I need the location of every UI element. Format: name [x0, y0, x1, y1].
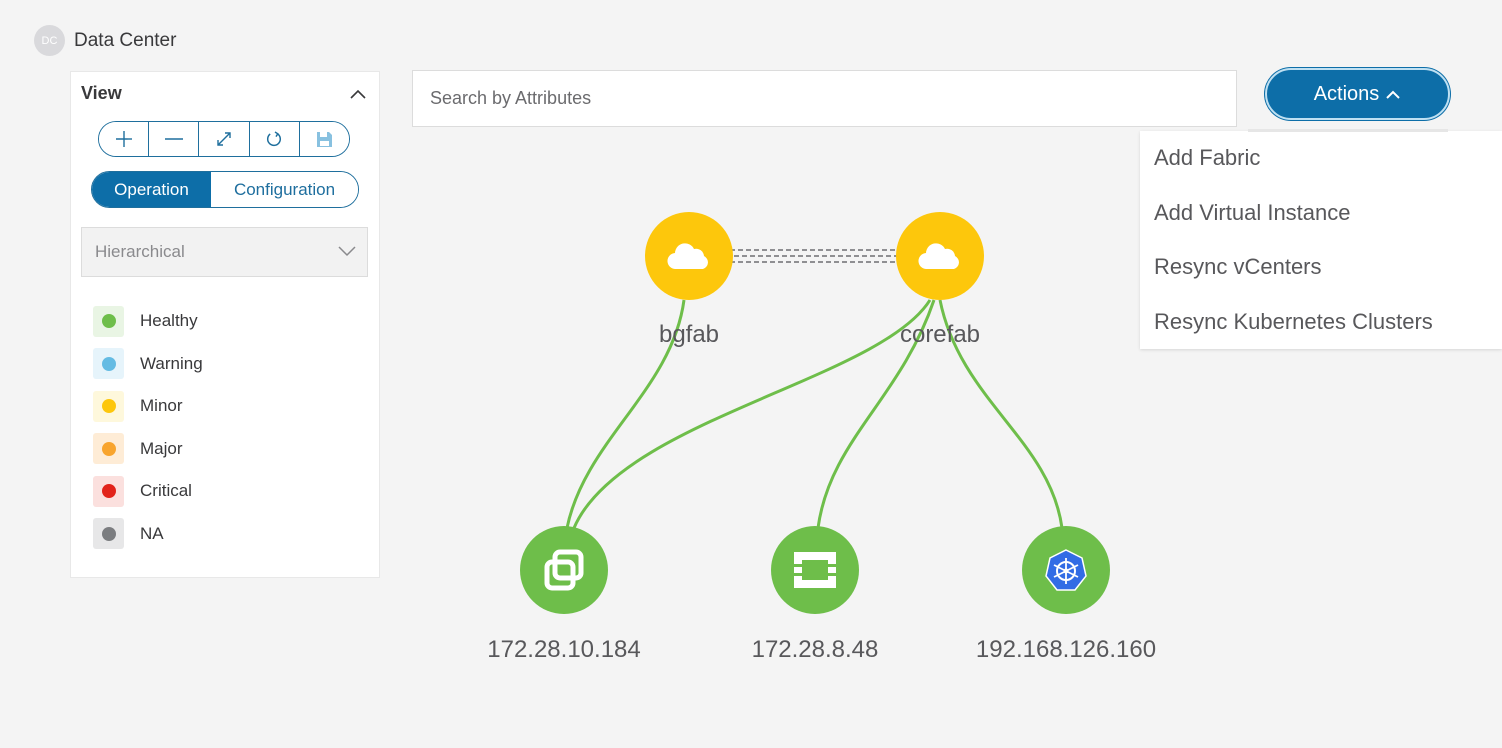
legend-item-warning: Warning — [93, 343, 203, 386]
view-panel: View Operation Configuration Hierarchica… — [70, 71, 380, 578]
status-dot-icon — [101, 399, 116, 414]
menu-item-resync-kubernetes-clusters[interactable]: Resync Kubernetes Clusters — [1140, 295, 1502, 350]
legend-item-minor: Minor — [93, 385, 203, 428]
fabric-label: corefab — [899, 321, 981, 348]
status-dot-icon — [101, 526, 116, 541]
status-dot-icon — [101, 356, 116, 371]
status-dot-icon — [101, 484, 116, 499]
legend-label: Warning — [140, 353, 203, 373]
menu-tab — [1248, 129, 1448, 132]
fit-to-screen-button[interactable] — [199, 122, 250, 156]
legend-label: Critical — [140, 481, 192, 501]
site-badge: DC — [34, 25, 65, 56]
refresh-button[interactable] — [249, 122, 300, 156]
zoom-controls — [98, 121, 350, 157]
view-panel-title: View — [81, 83, 122, 103]
fabric-node-corefab[interactable] — [896, 212, 984, 300]
status-legend: Healthy Warning Minor Major Critical NA — [93, 300, 203, 555]
fabric-link[interactable] — [730, 249, 898, 263]
legend-item-healthy: Healthy — [93, 300, 203, 343]
expand-icon — [217, 132, 231, 146]
chevron-up-icon — [1386, 90, 1401, 99]
legend-swatch — [93, 305, 124, 337]
plus-icon — [115, 131, 132, 147]
refresh-icon — [267, 131, 282, 147]
host-node-vmware[interactable] — [520, 526, 608, 614]
fabric-label: bgfab — [658, 321, 720, 348]
zoom-in-button[interactable] — [99, 122, 150, 156]
legend-label: NA — [140, 523, 164, 543]
host-label: 192.168.126.160 — [975, 636, 1157, 663]
actions-button[interactable]: Actions — [1265, 68, 1450, 120]
layout-select[interactable]: Hierarchical — [81, 227, 368, 277]
actions-menu: Add Fabric Add Virtual Instance Resync v… — [1140, 129, 1502, 350]
legend-swatch — [93, 348, 124, 380]
tab-operation[interactable]: Operation — [92, 172, 211, 207]
legend-swatch — [93, 518, 124, 550]
breadcrumb: DC Data Center — [34, 25, 176, 56]
host-node-openstack[interactable] — [771, 526, 859, 614]
actions-label: Actions — [1313, 82, 1380, 105]
cloud-icon — [918, 243, 959, 270]
host-node-kubernetes[interactable] — [1022, 526, 1110, 614]
tab-configuration[interactable]: Configuration — [211, 172, 358, 207]
save-layout-button[interactable] — [299, 122, 349, 156]
legend-item-na: NA — [93, 513, 203, 556]
host-label: 172.28.10.184 — [487, 636, 641, 663]
status-dot-icon — [101, 441, 116, 456]
zoom-out-button[interactable] — [149, 122, 200, 156]
layout-select-value: Hierarchical — [95, 242, 185, 261]
vmware-icon — [544, 549, 584, 591]
legend-swatch — [93, 390, 124, 422]
menu-item-resync-vcenters[interactable]: Resync vCenters — [1140, 240, 1502, 295]
save-icon — [316, 131, 332, 147]
openstack-icon — [794, 552, 836, 588]
chevron-down-icon — [338, 246, 356, 257]
chevron-up-icon[interactable] — [349, 87, 367, 101]
search-input[interactable] — [412, 70, 1237, 127]
menu-item-add-fabric[interactable]: Add Fabric — [1140, 131, 1502, 186]
mode-toggle: Operation Configuration — [91, 171, 359, 208]
legend-item-critical: Critical — [93, 470, 203, 513]
legend-swatch — [93, 433, 124, 465]
page-title: Data Center — [74, 29, 177, 51]
minus-icon — [164, 138, 183, 140]
legend-label: Major — [140, 438, 183, 458]
legend-item-major: Major — [93, 428, 203, 471]
cloud-icon — [667, 243, 708, 270]
legend-label: Minor — [140, 396, 183, 416]
host-label: 172.28.8.48 — [751, 636, 879, 663]
status-dot-icon — [101, 314, 116, 329]
legend-swatch — [93, 475, 124, 507]
menu-item-add-virtual-instance[interactable]: Add Virtual Instance — [1140, 186, 1502, 241]
legend-label: Healthy — [140, 311, 198, 331]
fabric-node-bgfab[interactable] — [645, 212, 733, 300]
kubernetes-icon — [1045, 549, 1087, 591]
